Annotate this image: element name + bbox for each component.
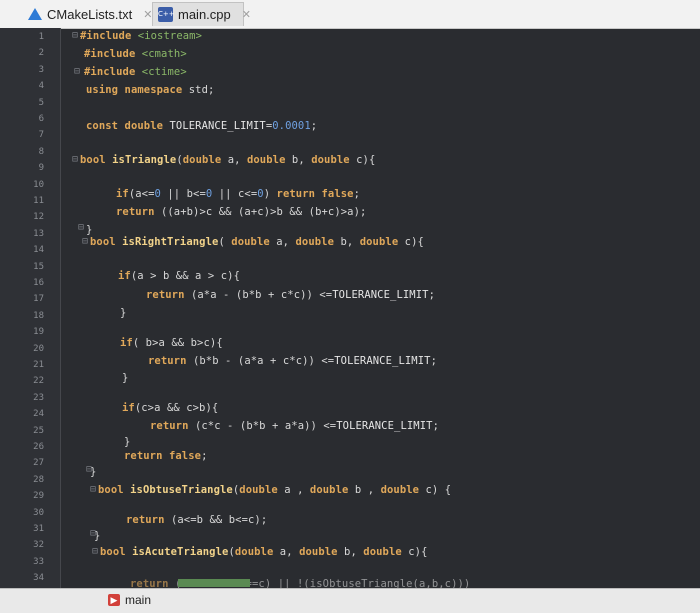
fold-marker-icon[interactable]: ⊟: [78, 222, 84, 233]
code-line: return (a*a - (b*b + c*c)) <=TOLERANCE_L…: [146, 289, 435, 301]
code-line: bool isTriangle(double a, double b, doub…: [80, 154, 376, 166]
code-line: return (b*b - (a*a + c*c)) <=TOLERANCE_L…: [148, 355, 437, 367]
code-editor[interactable]: #include <iostream> #include <cmath> #in…: [0, 0, 700, 590]
code-line: if( b>a && b>c){: [120, 337, 223, 349]
run-toolbar: ▶ main: [0, 588, 700, 613]
code-line: }: [120, 307, 127, 319]
fold-marker-icon[interactable]: ⊟: [86, 464, 92, 475]
run-config-icon[interactable]: ▶: [108, 594, 120, 606]
code-line: }: [86, 224, 93, 236]
tooltip-highlight: [178, 579, 250, 587]
code-line: #include <ctime>: [84, 66, 187, 78]
code-line: return (a<=b && b<=c);: [126, 514, 268, 526]
code-line: return (c*c - (b*b + a*a)) <=TOLERANCE_L…: [150, 420, 439, 432]
fold-marker-icon[interactable]: ⊟: [74, 66, 80, 77]
code-line: if(c>a && c>b){: [122, 402, 219, 414]
code-line: return ((a+b)>c && (a+c)>b && (b+c)>a);: [116, 206, 367, 218]
code-line: if(a > b && a > c){: [118, 270, 241, 282]
code-line: #include <cmath>: [84, 48, 187, 60]
fold-marker-icon[interactable]: ⊟: [72, 154, 78, 165]
fold-marker-icon[interactable]: ⊟: [92, 546, 98, 557]
code-line: using namespace std;: [86, 84, 215, 96]
fold-marker-icon[interactable]: ⊟: [72, 30, 78, 41]
code-line: if(a<=0 || b<=0 || c<=0) return false;: [116, 188, 361, 200]
code-line: }: [124, 436, 131, 448]
code-line: return false;: [124, 450, 208, 462]
code-line: }: [122, 372, 129, 384]
code-line: #include <iostream>: [80, 30, 203, 42]
code-line: bool isObtuseTriangle(double a , double …: [98, 484, 452, 496]
code-line: const double TOLERANCE_LIMIT=0.0001;: [86, 120, 318, 132]
fold-marker-icon[interactable]: ⊟: [90, 484, 96, 495]
code-line: bool isRightTriangle( double a, double b…: [90, 236, 424, 248]
fold-marker-icon[interactable]: ⊟: [82, 236, 88, 247]
fold-marker-icon[interactable]: ⊟: [90, 528, 96, 539]
code-line: bool isAcuteTriangle(double a, double b,…: [100, 546, 428, 558]
run-config-label[interactable]: main: [125, 593, 151, 607]
